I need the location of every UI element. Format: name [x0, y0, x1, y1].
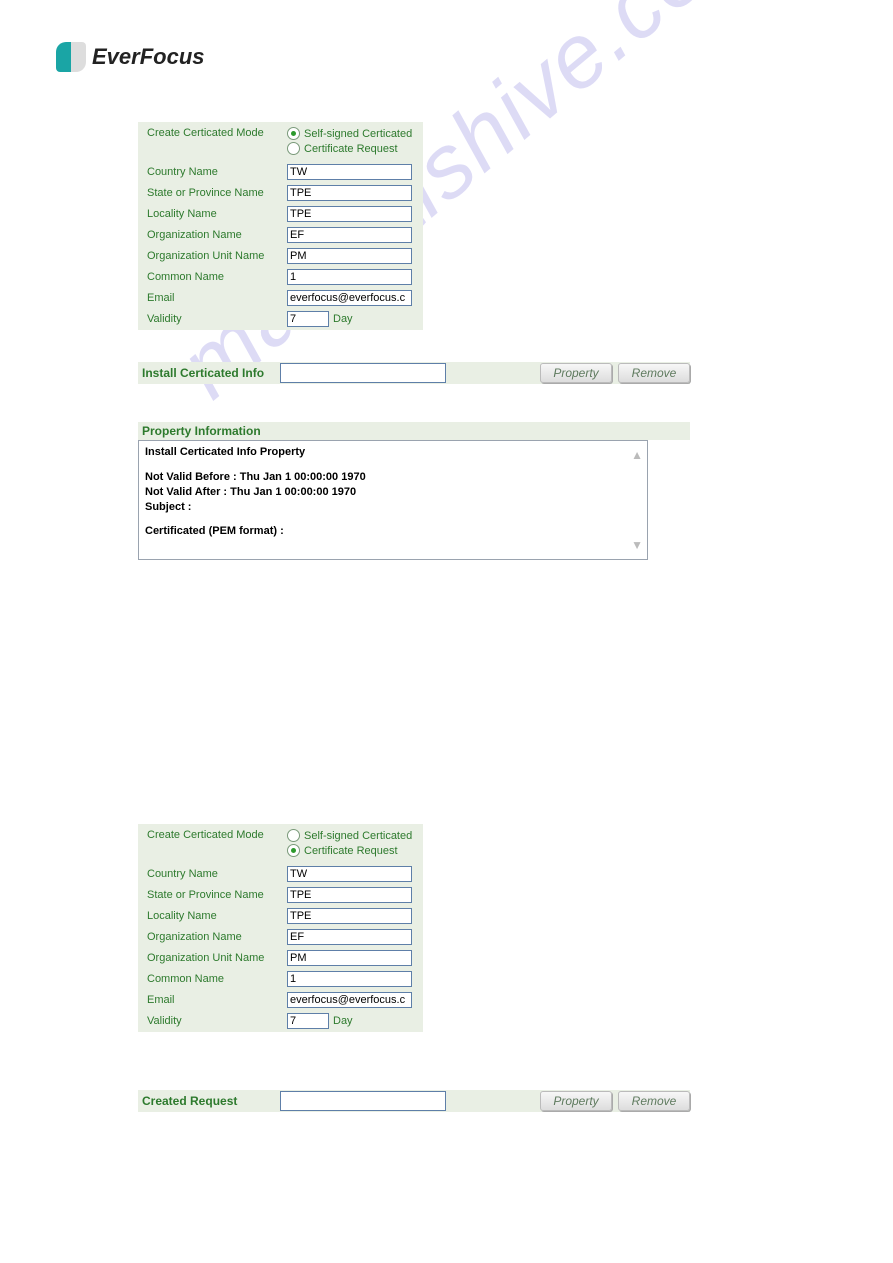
radio-cert-request[interactable]: Certificate Request: [287, 142, 412, 155]
property-button[interactable]: Property: [540, 363, 612, 383]
remove-button[interactable]: Remove: [618, 1091, 690, 1111]
created-input[interactable]: [280, 1091, 446, 1111]
label-locality: Locality Name: [139, 208, 287, 220]
certificate-form-request: Create Certicated Mode Self-signed Certi…: [138, 824, 423, 1032]
label-country: Country Name: [139, 166, 287, 178]
radio-self-signed[interactable]: Self-signed Certicated: [287, 127, 412, 140]
install-title: Install Certicated Info: [138, 366, 280, 380]
radio-self-signed[interactable]: Self-signed Certicated: [287, 829, 412, 842]
certificate-form-self-signed: Create Certicated Mode Self-signed Certi…: [138, 122, 423, 330]
radio-label-req: Certificate Request: [304, 845, 398, 857]
label-state: State or Province Name: [139, 889, 287, 901]
radio-label-self: Self-signed Certicated: [304, 128, 412, 140]
label-state: State or Province Name: [139, 187, 287, 199]
prop-line3: Not Valid After : Thu Jan 1 00:00:00 197…: [145, 485, 641, 500]
label-common: Common Name: [139, 973, 287, 985]
org-input[interactable]: [287, 227, 412, 243]
orgunit-input[interactable]: [287, 950, 412, 966]
radio-icon: [287, 844, 300, 857]
locality-input[interactable]: [287, 206, 412, 222]
radio-icon: [287, 829, 300, 842]
radio-icon: [287, 127, 300, 140]
property-button[interactable]: Property: [540, 1091, 612, 1111]
orgunit-input[interactable]: [287, 248, 412, 264]
label-country: Country Name: [139, 868, 287, 880]
label-email: Email: [139, 994, 287, 1006]
label-orgunit: Organization Unit Name: [139, 952, 287, 964]
org-input[interactable]: [287, 929, 412, 945]
label-org: Organization Name: [139, 931, 287, 943]
label-day: Day: [333, 313, 353, 325]
radio-icon: [287, 142, 300, 155]
label-orgunit: Organization Unit Name: [139, 250, 287, 262]
label-locality: Locality Name: [139, 910, 287, 922]
validity-input[interactable]: [287, 311, 329, 327]
created-title: Created Request: [138, 1094, 280, 1108]
radio-label-req: Certificate Request: [304, 143, 398, 155]
validity-input[interactable]: [287, 1013, 329, 1029]
chevron-down-icon[interactable]: ▼: [631, 537, 643, 553]
country-input[interactable]: [287, 164, 412, 180]
created-request-bar: Created Request Property Remove: [138, 1090, 690, 1112]
install-input[interactable]: [280, 363, 446, 383]
label-common: Common Name: [139, 271, 287, 283]
label-day: Day: [333, 1015, 353, 1027]
remove-button[interactable]: Remove: [618, 363, 690, 383]
locality-input[interactable]: [287, 908, 412, 924]
property-info-header: Property Information: [138, 422, 690, 440]
prop-line5: Certificated (PEM format) :: [145, 524, 641, 539]
state-input[interactable]: [287, 887, 412, 903]
label-validity: Validity: [139, 1015, 287, 1027]
prop-line4: Subject :: [145, 500, 641, 515]
brand-name: EverFocus: [92, 44, 205, 70]
brand-logo: EverFocus: [56, 42, 205, 72]
email-input[interactable]: [287, 992, 412, 1008]
label-mode: Create Certicated Mode: [139, 127, 287, 139]
label-email: Email: [139, 292, 287, 304]
label-validity: Validity: [139, 313, 287, 325]
logo-icon: [56, 42, 86, 72]
country-input[interactable]: [287, 866, 412, 882]
prop-line1: Install Certicated Info Property: [145, 445, 641, 460]
chevron-up-icon[interactable]: ▲: [631, 447, 643, 463]
prop-line2: Not Valid Before : Thu Jan 1 00:00:00 19…: [145, 470, 641, 485]
common-input[interactable]: [287, 269, 412, 285]
email-input[interactable]: [287, 290, 412, 306]
state-input[interactable]: [287, 185, 412, 201]
common-input[interactable]: [287, 971, 412, 987]
radio-label-self: Self-signed Certicated: [304, 830, 412, 842]
radio-cert-request[interactable]: Certificate Request: [287, 844, 412, 857]
property-info-box[interactable]: ▲ ▼ Install Certicated Info Property Not…: [138, 440, 648, 560]
label-org: Organization Name: [139, 229, 287, 241]
install-cert-bar: Install Certicated Info Property Remove: [138, 362, 690, 384]
label-mode: Create Certicated Mode: [139, 829, 287, 841]
